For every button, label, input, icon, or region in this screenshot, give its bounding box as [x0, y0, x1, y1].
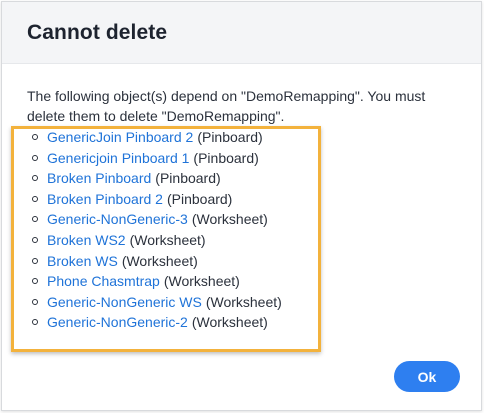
dialog-header: Cannot delete	[2, 2, 481, 64]
dependency-link[interactable]: GenericJoin Pinboard 2	[47, 129, 193, 145]
dependency-link[interactable]: Generic-NonGeneric WS	[47, 294, 202, 310]
dependency-type: (Worksheet)	[205, 293, 282, 310]
dependency-link[interactable]: Broken Pinboard	[47, 170, 151, 186]
dependency-type: (Pinboard)	[155, 170, 221, 187]
dependency-link[interactable]: Generic-NonGeneric-2	[47, 314, 188, 330]
dependency-type: (Worksheet)	[191, 314, 268, 331]
bullet-icon	[32, 298, 38, 305]
cannot-delete-dialog: Cannot delete The following object(s) de…	[1, 1, 482, 411]
dependency-type: (Worksheet)	[121, 252, 198, 269]
ok-button[interactable]: Ok	[394, 361, 460, 392]
dependency-link[interactable]: Genericjoin Pinboard 1	[47, 150, 189, 166]
dependency-link[interactable]: Broken Pinboard 2	[47, 191, 163, 207]
dependency-type: (Worksheet)	[191, 211, 268, 228]
dependency-type: (Worksheet)	[129, 231, 206, 248]
bullet-icon	[32, 154, 38, 161]
bullet-icon	[32, 195, 38, 202]
dependency-link[interactable]: Phone Chasmtrap	[47, 273, 160, 289]
dependency-type: (Worksheet)	[163, 273, 240, 290]
dependency-link[interactable]: Broken WS	[47, 253, 118, 269]
bullet-icon	[32, 134, 38, 140]
dependency-link[interactable]: Broken WS2	[47, 232, 126, 248]
dialog-message: The following object(s) depend on "DemoR…	[27, 88, 426, 124]
bullet-icon	[32, 257, 38, 264]
dependency-link[interactable]: Generic-NonGeneric-3	[47, 211, 188, 227]
dependency-type: (Pinboard)	[193, 149, 259, 166]
dialog-title: Cannot delete	[27, 21, 168, 44]
bullet-icon	[32, 236, 38, 243]
dependency-type: (Pinboard)	[197, 129, 263, 145]
dependency-type: (Pinboard)	[166, 190, 233, 207]
